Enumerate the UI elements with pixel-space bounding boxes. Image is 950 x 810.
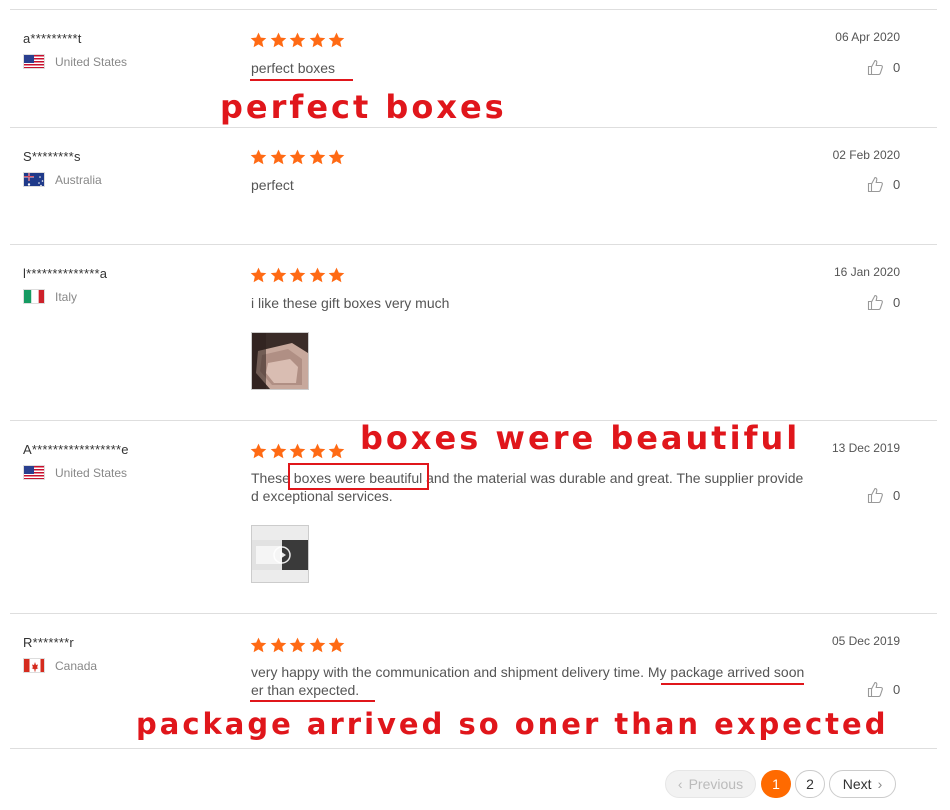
divider: [10, 127, 937, 128]
reviewer-name: A*****************e: [23, 442, 129, 457]
star-icon: [328, 637, 345, 653]
review-video-thumbnail[interactable]: [251, 525, 309, 583]
star-icon: [289, 149, 306, 165]
next-page-button[interactable]: Next ›: [829, 770, 896, 798]
helpful-count: 0: [893, 177, 901, 192]
review-date: 16 Jan 2020: [833, 265, 900, 279]
divider: [10, 748, 937, 749]
thumbs-up-icon: [867, 487, 883, 504]
country-name: Canada: [55, 658, 98, 673]
star-icon: [309, 32, 325, 48]
thumbs-up-icon: [867, 59, 883, 76]
thumbs-up-icon: [867, 294, 883, 311]
reviewer-name: a*********t: [23, 31, 82, 46]
star-icon: [250, 149, 267, 165]
review-date: 06 Apr 2020: [835, 30, 900, 44]
reviewer-country: Australia: [23, 172, 102, 187]
star-icon: [289, 637, 306, 653]
star-icon: [309, 637, 325, 653]
page-1-button[interactable]: 1: [761, 770, 791, 798]
next-label: Next: [842, 776, 872, 792]
country-name: United States: [55, 54, 128, 69]
country-name: United States: [55, 465, 128, 480]
star-icon: [250, 32, 267, 48]
review-text: i like these gift boxes very much: [251, 295, 450, 311]
helpful-count: 0: [893, 682, 901, 697]
us-flag-icon: [23, 465, 45, 480]
reviewer-country: Italy: [23, 289, 77, 304]
star-icon: [289, 267, 306, 283]
chevron-right-icon: ›: [877, 776, 883, 792]
reviewer-name: l**************a: [23, 266, 108, 281]
star-icon: [309, 149, 325, 165]
reviewer-name: R*******r: [23, 635, 74, 650]
star-icon: [328, 443, 345, 459]
review-text: perfect boxes: [251, 60, 336, 76]
reviewer-country: United States: [23, 465, 127, 480]
star-icon: [328, 267, 345, 283]
star-icon: [270, 637, 286, 653]
previous-label: Previous: [688, 776, 744, 792]
star-rating: [250, 443, 348, 460]
review-date: 13 Dec 2019: [831, 441, 900, 455]
review-date: 02 Feb 2020: [832, 148, 900, 162]
star-icon: [309, 267, 325, 283]
helpful-button[interactable]: 0: [867, 487, 900, 504]
helpful-count: 0: [893, 60, 901, 75]
star-icon: [250, 267, 267, 283]
reviewer-name: S********s: [23, 149, 81, 164]
star-rating: [250, 149, 348, 166]
au-flag-icon: [23, 172, 45, 187]
review-date: 05 Dec 2019: [831, 634, 900, 648]
star-icon: [250, 443, 267, 459]
star-icon: [328, 149, 345, 165]
helpful-button[interactable]: 0: [867, 294, 900, 311]
country-name: Australia: [55, 172, 102, 187]
star-icon: [270, 443, 286, 459]
helpful-button[interactable]: 0: [867, 681, 900, 698]
star-icon: [270, 267, 286, 283]
star-icon: [270, 149, 286, 165]
star-icon: [309, 443, 325, 459]
star-icon: [270, 32, 286, 48]
divider: [10, 613, 937, 614]
annotation-caption: boxes were beautiful: [360, 419, 801, 457]
star-icon: [289, 32, 306, 48]
review-text: very happy with the communication and sh…: [251, 664, 805, 698]
annotation-underline: [250, 79, 353, 81]
chevron-left-icon: ‹: [677, 776, 683, 792]
annotation-underline: [661, 683, 804, 685]
country-name: Italy: [55, 289, 78, 304]
star-rating: [250, 32, 348, 49]
reviewer-country: United States: [23, 54, 127, 69]
star-rating: [250, 267, 348, 284]
divider: [10, 244, 937, 245]
page-2-button[interactable]: 2: [795, 770, 825, 798]
helpful-count: 0: [893, 295, 901, 310]
helpful-button[interactable]: 0: [867, 59, 900, 76]
helpful-button[interactable]: 0: [867, 176, 900, 193]
reviewer-country: Canada: [23, 658, 97, 673]
helpful-count: 0: [893, 488, 901, 503]
review-photo-thumbnail[interactable]: [251, 332, 309, 390]
annotation-caption: perfect boxes: [220, 88, 507, 126]
star-icon: [250, 637, 267, 653]
us-flag-icon: [23, 54, 45, 69]
star-rating: [250, 637, 348, 654]
star-icon: [289, 443, 306, 459]
star-icon: [328, 32, 345, 48]
thumbs-up-icon: [867, 176, 883, 193]
ca-flag-icon: [23, 658, 45, 673]
previous-page-button[interactable]: ‹ Previous: [665, 770, 756, 798]
thumbs-up-icon: [867, 681, 883, 698]
annotation-caption: package arrived so oner than expected: [136, 707, 889, 741]
review-text: perfect: [251, 177, 294, 193]
annotation-underline: [250, 700, 375, 702]
annotation-highlight-box: [288, 463, 429, 490]
divider: [10, 9, 937, 10]
it-flag-icon: [23, 289, 45, 304]
